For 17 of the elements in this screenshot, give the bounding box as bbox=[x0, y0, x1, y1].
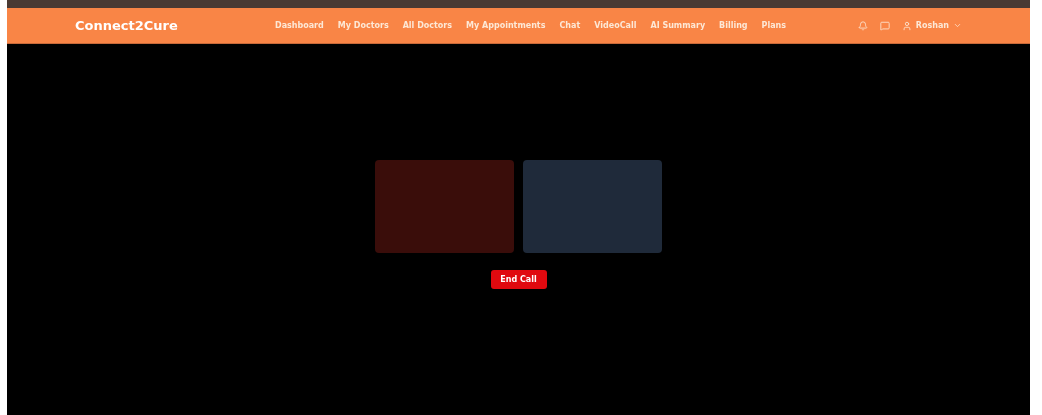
chevron-down-icon bbox=[953, 21, 962, 30]
nav-link[interactable]: Billing bbox=[719, 19, 748, 32]
nav-link[interactable]: Dashboard bbox=[275, 19, 324, 32]
nav-link[interactable]: My Doctors bbox=[337, 19, 389, 32]
nav-link[interactable]: VideoCall bbox=[594, 19, 637, 32]
nav-link[interactable]: Chat bbox=[559, 19, 581, 32]
user-name: Roshan bbox=[915, 19, 949, 32]
nav-link[interactable]: All Doctors bbox=[402, 19, 453, 32]
user-menu[interactable]: Roshan bbox=[901, 19, 962, 32]
chat-icon[interactable] bbox=[879, 20, 890, 31]
end-call-button[interactable]: End Call bbox=[490, 270, 547, 289]
bell-icon[interactable] bbox=[857, 20, 868, 31]
brand-logo[interactable]: Connect2Cure bbox=[75, 15, 235, 36]
nav-link[interactable]: Plans bbox=[761, 19, 787, 32]
nav-link[interactable]: AI Summary bbox=[650, 19, 706, 32]
user-icon bbox=[901, 20, 912, 31]
nav-link[interactable]: My Appointments bbox=[466, 19, 546, 32]
